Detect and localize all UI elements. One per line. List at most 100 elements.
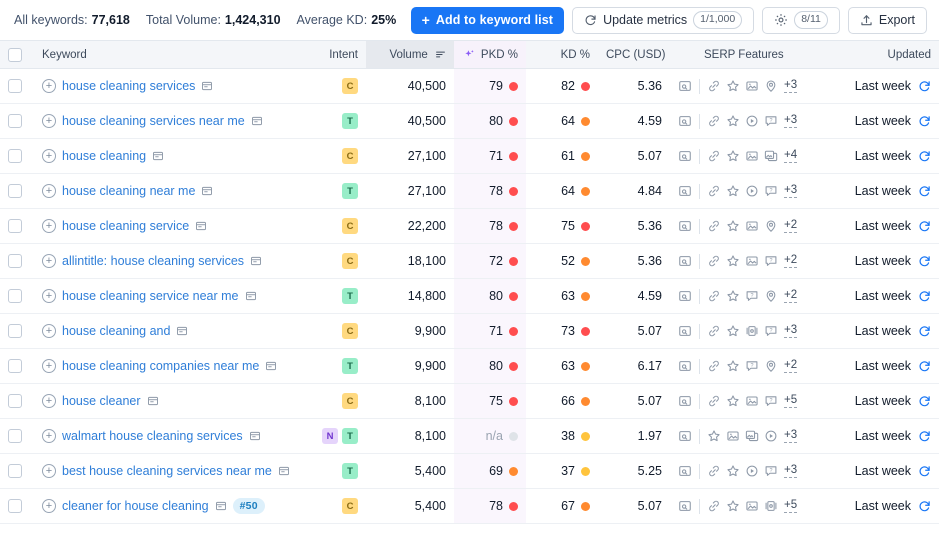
add-keyword-icon[interactable]: + — [42, 114, 56, 128]
keyword-serp-icon[interactable] — [245, 290, 257, 302]
image-icon[interactable] — [745, 149, 759, 163]
serp-features-more[interactable]: +5 — [784, 394, 798, 409]
intent-badge-t[interactable]: T — [342, 358, 358, 374]
intent-badge-c[interactable]: C — [342, 393, 358, 409]
keyword-link[interactable]: house cleaning service — [62, 219, 189, 233]
add-keyword-icon[interactable]: + — [42, 499, 56, 513]
image-pack-icon[interactable] — [745, 429, 759, 443]
intent-badge-c[interactable]: C — [342, 498, 358, 514]
update-metrics-button[interactable]: Update metrics 1/1,000 — [572, 6, 755, 34]
intent-badge-t[interactable]: T — [342, 463, 358, 479]
star-icon[interactable] — [726, 359, 740, 373]
table-row[interactable]: + house cleaning near me T 27,100 78 64 4.84? +… — [0, 173, 939, 209]
row-checkbox[interactable] — [8, 184, 22, 199]
question-icon[interactable]: ? — [764, 324, 778, 338]
add-keyword-icon[interactable]: + — [42, 79, 56, 93]
serp-features-more[interactable]: +4 — [784, 149, 798, 164]
location-icon[interactable] — [764, 359, 778, 373]
serp-preview-icon[interactable] — [678, 394, 692, 408]
column-header-updated[interactable]: Updated — [825, 40, 939, 69]
serp-features-more[interactable]: +3 — [784, 79, 798, 94]
row-checkbox[interactable] — [8, 499, 22, 514]
serp-preview-icon[interactable] — [678, 429, 692, 443]
row-checkbox[interactable] — [8, 429, 22, 444]
star-icon[interactable] — [726, 289, 740, 303]
question-icon[interactable]: ? — [745, 359, 759, 373]
video-icon[interactable] — [764, 429, 778, 443]
column-header-pkd[interactable]: PKD % — [454, 40, 526, 69]
keyword-serp-icon[interactable] — [250, 255, 262, 267]
link-icon[interactable] — [707, 79, 721, 93]
add-keyword-icon[interactable]: + — [42, 464, 56, 478]
serp-features-more[interactable]: +5 — [784, 499, 798, 514]
refresh-row-icon[interactable] — [918, 255, 931, 268]
intent-badge-c[interactable]: C — [342, 323, 358, 339]
refresh-row-icon[interactable] — [918, 325, 931, 338]
serp-preview-icon[interactable] — [678, 499, 692, 513]
image-icon[interactable] — [745, 499, 759, 513]
serp-features-more[interactable]: +3 — [784, 184, 798, 199]
refresh-row-icon[interactable] — [918, 185, 931, 198]
keyword-link[interactable]: cleaner for house cleaning — [62, 499, 209, 513]
intent-badge-n[interactable]: N — [322, 428, 338, 444]
serp-features-more[interactable]: +2 — [784, 289, 798, 304]
keyword-link[interactable]: house cleaning near me — [62, 184, 195, 198]
star-icon[interactable] — [726, 324, 740, 338]
serp-features-more[interactable]: +3 — [784, 464, 798, 479]
image-icon[interactable] — [745, 219, 759, 233]
refresh-row-icon[interactable] — [918, 465, 931, 478]
link-icon[interactable] — [707, 254, 721, 268]
add-keyword-icon[interactable]: + — [42, 429, 56, 443]
keyword-link[interactable]: house cleaning and — [62, 324, 170, 338]
serp-features-more[interactable]: +2 — [784, 219, 798, 234]
keyword-link[interactable]: allintitle: house cleaning services — [62, 254, 244, 268]
refresh-row-icon[interactable] — [918, 290, 931, 303]
table-row[interactable]: + house cleaning service C 22,200 78 75 5.36 +2… — [0, 208, 939, 244]
link-icon[interactable] — [707, 394, 721, 408]
question-icon[interactable]: ? — [764, 114, 778, 128]
add-to-keyword-list-button[interactable]: + Add to keyword list — [410, 6, 565, 34]
intent-badge-t[interactable]: T — [342, 113, 358, 129]
link-icon[interactable] — [707, 289, 721, 303]
serp-preview-icon[interactable] — [678, 219, 692, 233]
image-icon[interactable] — [745, 394, 759, 408]
serp-preview-icon[interactable] — [678, 464, 692, 478]
sort-descending-icon[interactable] — [435, 49, 446, 60]
add-keyword-icon[interactable]: + — [42, 359, 56, 373]
image-icon[interactable] — [726, 429, 740, 443]
star-icon[interactable] — [726, 114, 740, 128]
serp-features-more[interactable]: +3 — [784, 429, 798, 444]
table-row[interactable]: + house cleaning services C 40,500 79 82 5.36 +… — [0, 68, 939, 104]
horizontal-scrollbar[interactable] — [14, 534, 939, 538]
intent-badge-c[interactable]: C — [342, 148, 358, 164]
table-row[interactable]: + walmart house cleaning services N T 8,100 n… — [0, 418, 939, 454]
keyword-serp-icon[interactable] — [201, 80, 213, 92]
question-icon[interactable]: ? — [764, 394, 778, 408]
serp-preview-icon[interactable] — [678, 149, 692, 163]
row-checkbox[interactable] — [8, 359, 22, 374]
refresh-row-icon[interactable] — [918, 500, 931, 513]
link-icon[interactable] — [707, 184, 721, 198]
keyword-serp-icon[interactable] — [147, 395, 159, 407]
keyword-serp-icon[interactable] — [278, 465, 290, 477]
link-icon[interactable] — [707, 359, 721, 373]
image-pack-icon[interactable] — [764, 149, 778, 163]
location-icon[interactable] — [764, 79, 778, 93]
row-checkbox[interactable] — [8, 324, 22, 339]
serp-preview-icon[interactable] — [678, 114, 692, 128]
serp-features-more[interactable]: +3 — [784, 324, 798, 339]
link-icon[interactable] — [707, 464, 721, 478]
keyword-serp-icon[interactable] — [251, 115, 263, 127]
star-icon[interactable] — [726, 149, 740, 163]
column-header-serp-features[interactable]: SERP Features — [670, 40, 825, 69]
add-keyword-icon[interactable]: + — [42, 254, 56, 268]
serp-preview-icon[interactable] — [678, 324, 692, 338]
keyword-link[interactable]: house cleaning services — [62, 79, 195, 93]
video-icon[interactable] — [745, 114, 759, 128]
star-icon[interactable] — [726, 254, 740, 268]
keyword-serp-icon[interactable] — [201, 185, 213, 197]
star-icon[interactable] — [726, 184, 740, 198]
select-all-checkbox[interactable] — [8, 47, 22, 62]
row-checkbox[interactable] — [8, 79, 22, 94]
serp-preview-icon[interactable] — [678, 359, 692, 373]
